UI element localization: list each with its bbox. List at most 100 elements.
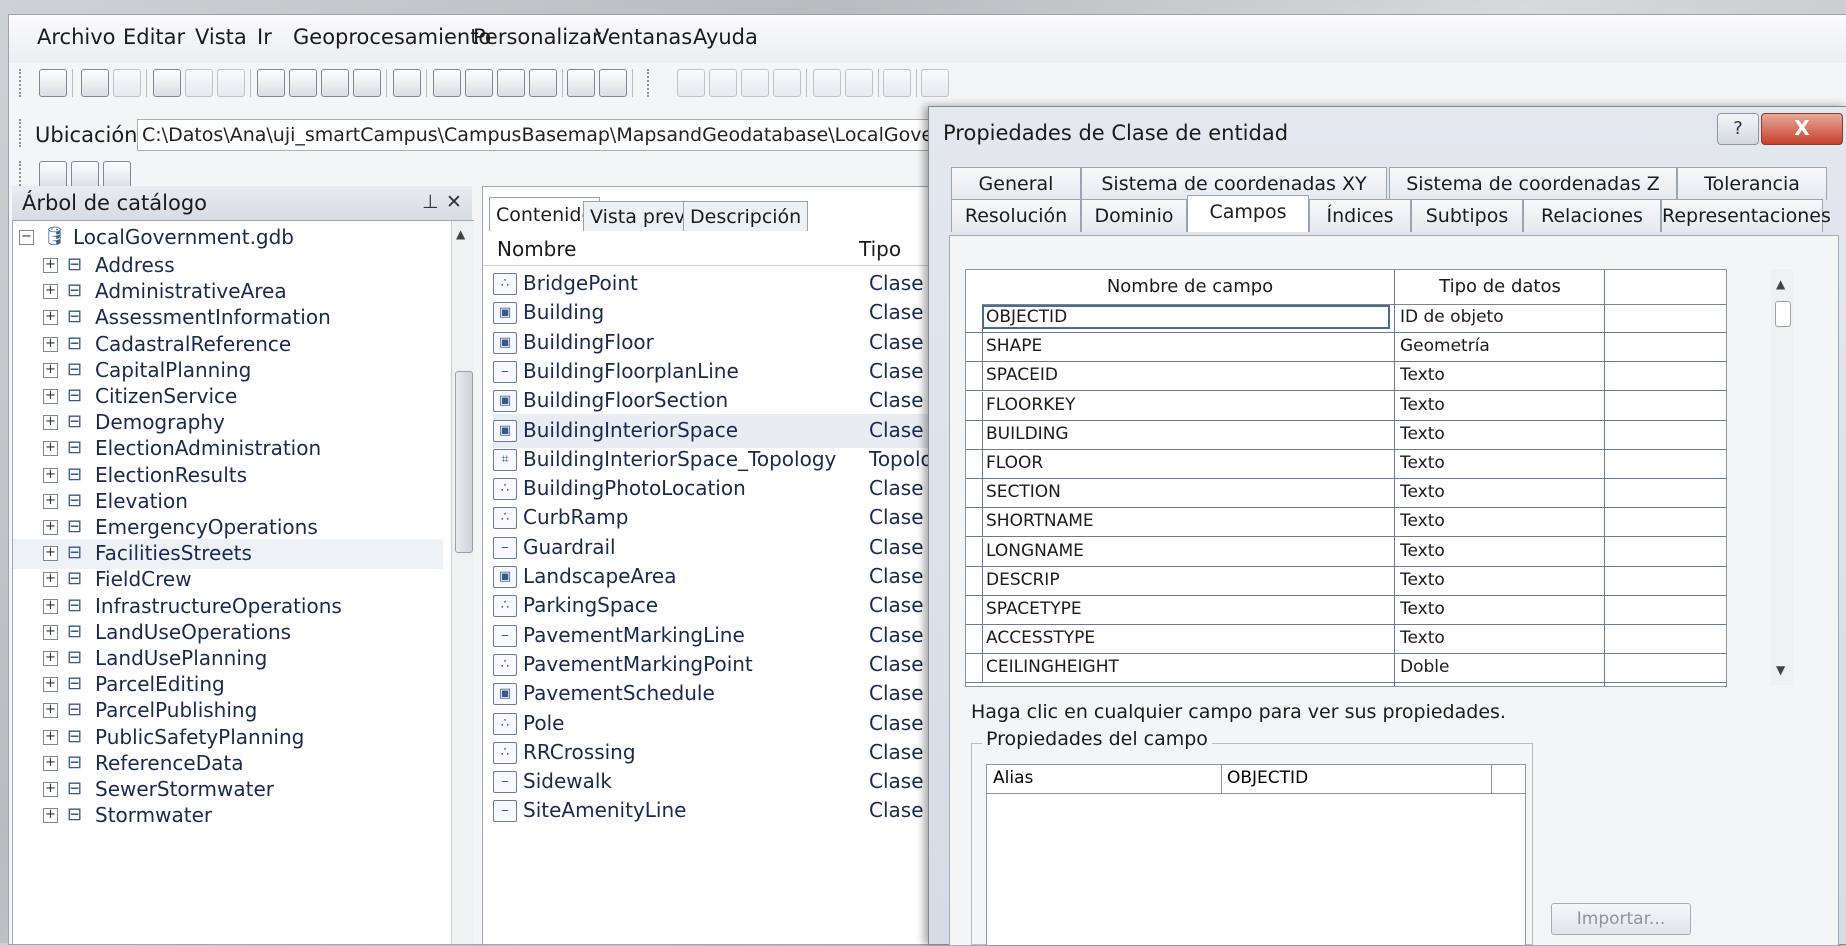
menu-item-personalizar[interactable]: Personalizar [473, 25, 601, 49]
tab-descripción[interactable]: Descripción [683, 201, 809, 232]
menu-item-vista[interactable]: Vista [195, 25, 247, 49]
menu-item-ir[interactable]: Ir [257, 25, 272, 49]
column-name-header[interactable]: Nombre [497, 237, 576, 261]
tab-índices[interactable]: Índices [1309, 199, 1411, 232]
field-row[interactable]: SHAPE Geometría [966, 333, 1726, 363]
row-selector[interactable] [966, 508, 983, 537]
tab-campos[interactable]: Campos [1187, 195, 1309, 232]
row-selector[interactable] [966, 420, 983, 449]
menu-item-geoprocesamiento[interactable]: Geoprocesamiento [293, 25, 491, 49]
scroll-up-icon[interactable]: ▲ [456, 227, 465, 241]
zoom-in-icon[interactable] [677, 69, 705, 97]
fields-grid-scrollbar[interactable]: ▲ ▼ [1771, 269, 1793, 685]
tab-representaciones[interactable]: Representaciones [1661, 199, 1831, 232]
expand-icon[interactable]: + [43, 572, 58, 588]
menu-item-ventanas[interactable]: Ventanas [595, 25, 692, 49]
list-icon[interactable] [289, 69, 317, 97]
field-type[interactable]: Texto [1400, 628, 1445, 648]
expand-icon[interactable]: + [43, 808, 58, 824]
content-row[interactable]: ⎯ SiteAmenityLine Clase d [493, 794, 943, 828]
tree-scroll-thumb[interactable] [455, 371, 473, 553]
field-name[interactable]: FLOORKEY [986, 395, 1076, 415]
thumbnails-icon[interactable] [353, 69, 381, 97]
expand-icon[interactable]: + [43, 677, 58, 693]
field-name[interactable]: OBJECTID [982, 305, 1390, 329]
field-row[interactable]: SHORTNAME Texto [966, 508, 1726, 538]
scroll-down-icon[interactable]: ▼ [1776, 663, 1785, 677]
expand-icon[interactable]: + [43, 362, 58, 378]
field-type[interactable]: Geometría [1400, 336, 1490, 356]
import-metadata-icon[interactable] [71, 161, 99, 189]
expand-icon[interactable]: + [43, 493, 58, 509]
toolbar-grip[interactable] [647, 69, 652, 97]
row-selector[interactable] [966, 625, 983, 654]
field-name[interactable]: SHORTNAME [986, 511, 1094, 531]
field-type[interactable]: ID de objeto [1400, 307, 1504, 327]
expand-icon[interactable]: + [43, 389, 58, 404]
field-name[interactable]: CEILINGHEIGHT [986, 657, 1119, 677]
field-row[interactable]: ACCESSTYPE Texto [966, 625, 1726, 655]
zoom-out-icon[interactable] [709, 69, 737, 97]
tab-tolerancia[interactable]: Tolerancia [1677, 167, 1827, 200]
large-icons-icon[interactable] [257, 69, 285, 97]
field-name[interactable]: BUILDING [986, 424, 1069, 444]
delete-icon[interactable] [217, 69, 245, 97]
row-selector[interactable] [966, 333, 983, 362]
row-selector[interactable] [966, 362, 983, 391]
field-name[interactable]: LONGNAME [986, 541, 1084, 561]
row-selector[interactable] [966, 566, 983, 595]
field-type[interactable]: Texto [1400, 570, 1445, 590]
tree-item-stormwater[interactable]: + ⊟ Stormwater [13, 801, 443, 831]
details-icon[interactable] [321, 69, 349, 97]
field-name[interactable]: SECTION [986, 482, 1061, 502]
field-name[interactable]: SPACETYPE [986, 599, 1082, 619]
expand-icon[interactable]: + [43, 467, 58, 483]
expand-icon[interactable]: + [43, 336, 58, 352]
expand-icon[interactable]: + [43, 441, 58, 457]
tab-subtipos[interactable]: Subtipos [1411, 199, 1523, 232]
expand-icon[interactable]: + [43, 703, 58, 719]
python-window-icon[interactable] [529, 69, 557, 97]
help-button[interactable]: ? [1717, 113, 1759, 145]
field-name[interactable]: DESCRIP [986, 570, 1060, 590]
search-icon[interactable] [393, 69, 421, 97]
field-type[interactable]: Texto [1400, 365, 1445, 385]
create-thumbnail-icon[interactable] [921, 69, 949, 97]
connect-folder-icon[interactable] [81, 69, 109, 97]
identify-icon[interactable] [883, 69, 911, 97]
expand-icon[interactable]: + [43, 520, 58, 535]
up-one-level-icon[interactable] [39, 69, 67, 97]
fields-scroll-thumb[interactable] [1775, 301, 1791, 327]
property-value[interactable]: OBJECTID [1227, 768, 1308, 788]
field-type-header[interactable]: Tipo de datos [1396, 276, 1604, 297]
column-type-header[interactable]: Tipo [859, 237, 901, 261]
field-row[interactable]: SPACEID Texto [966, 362, 1726, 392]
expand-icon[interactable]: + [43, 755, 58, 771]
menu-item-archivo[interactable]: Archivo [37, 25, 116, 49]
close-icon[interactable]: ✕ [446, 191, 462, 213]
tree-scrollbar[interactable]: ▲ [451, 221, 474, 944]
whats-this-icon[interactable] [599, 69, 627, 97]
toolbar-grip[interactable] [19, 119, 24, 147]
tab-general[interactable]: General [951, 167, 1081, 200]
field-type[interactable]: Texto [1400, 482, 1445, 502]
field-row[interactable]: OBJECTID ID de objeto [966, 304, 1726, 333]
field-name[interactable]: ACCESSTYPE [986, 628, 1095, 648]
pan-icon[interactable] [741, 69, 769, 97]
expand-icon[interactable]: + [43, 598, 58, 614]
expand-icon[interactable]: + [43, 729, 58, 745]
expand-icon[interactable]: + [43, 651, 58, 666]
search-window-icon[interactable] [465, 69, 493, 97]
row-selector[interactable] [966, 537, 983, 566]
import-button[interactable]: Importar... [1551, 903, 1691, 935]
tab-resolución[interactable]: Resolución [951, 199, 1081, 232]
arctoolbox-icon[interactable] [497, 69, 525, 97]
paste-icon[interactable] [185, 69, 213, 97]
field-row[interactable]: BUILDING Texto [966, 420, 1726, 450]
field-type[interactable]: Texto [1400, 599, 1445, 619]
expand-icon[interactable]: + [43, 546, 58, 562]
row-selector[interactable] [966, 479, 983, 508]
field-name[interactable]: SPACEID [986, 365, 1058, 385]
model-builder-icon[interactable] [567, 69, 595, 97]
tab-sistema-de-coordenadas-z[interactable]: Sistema de coordenadas Z [1389, 167, 1677, 200]
